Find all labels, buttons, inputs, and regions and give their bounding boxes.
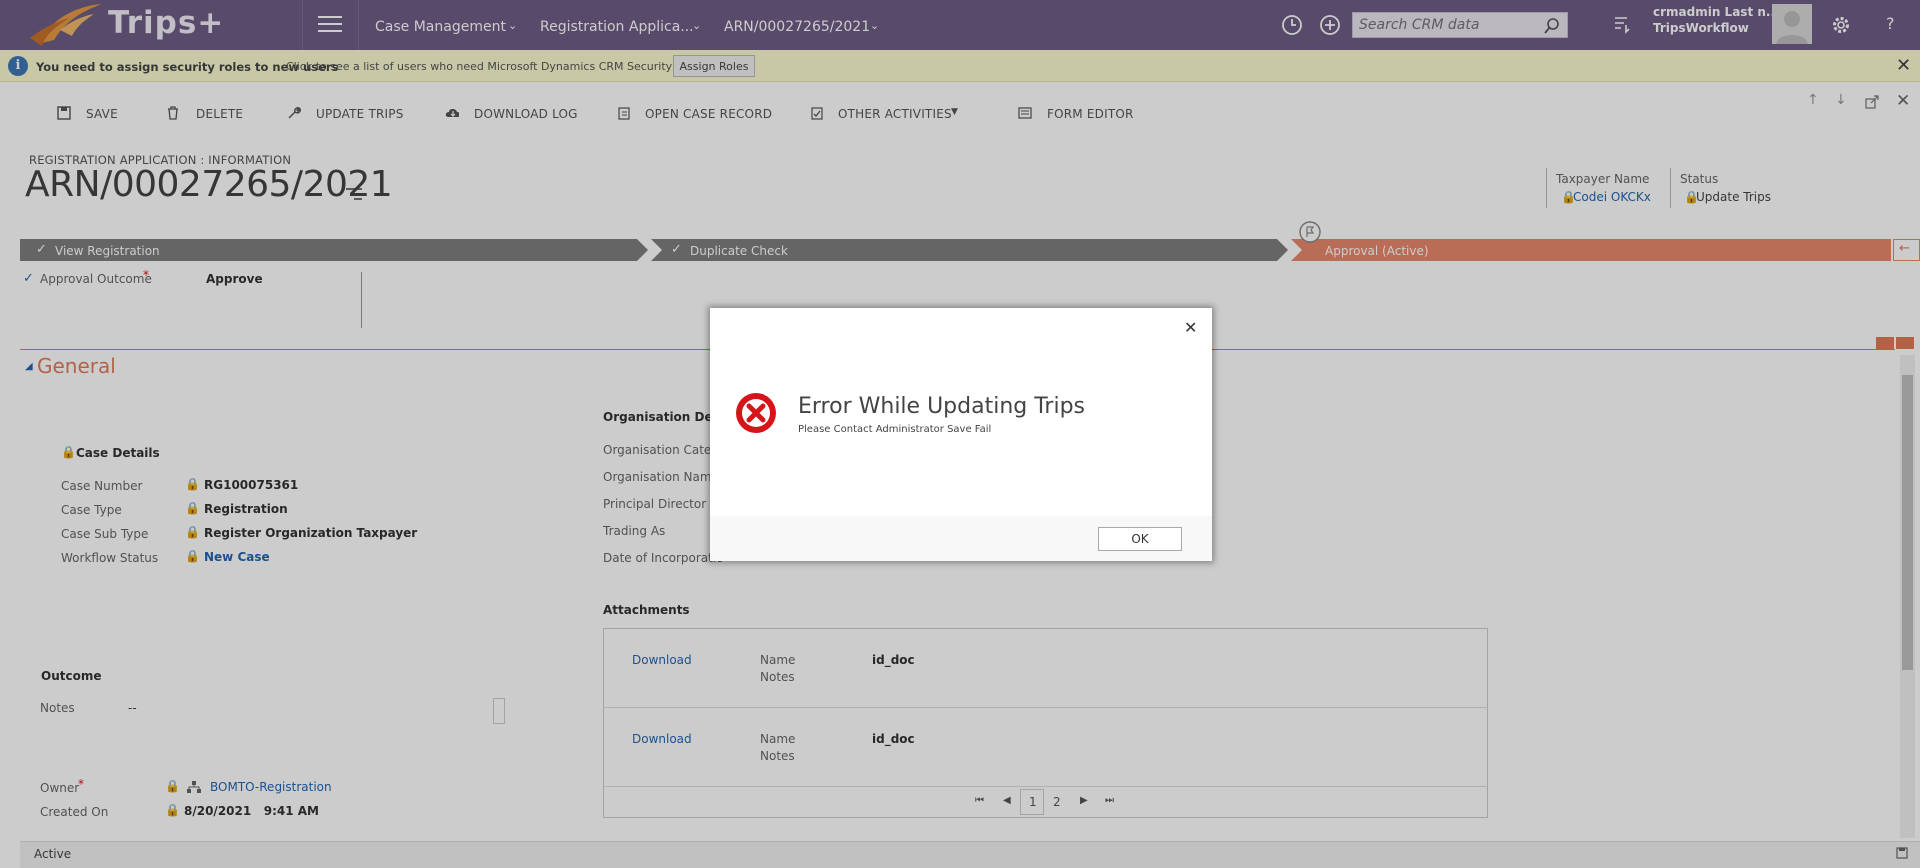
error-dialog: ✕ Error While Updating Trips Please Cont… (710, 308, 1212, 561)
error-icon (736, 393, 776, 433)
close-icon[interactable]: ✕ (1184, 318, 1197, 337)
dialog-title: Error While Updating Trips (798, 394, 1086, 419)
dialog-message: Please Contact Administrator Save Fail (798, 424, 992, 435)
ok-button[interactable]: OK (1098, 527, 1182, 551)
